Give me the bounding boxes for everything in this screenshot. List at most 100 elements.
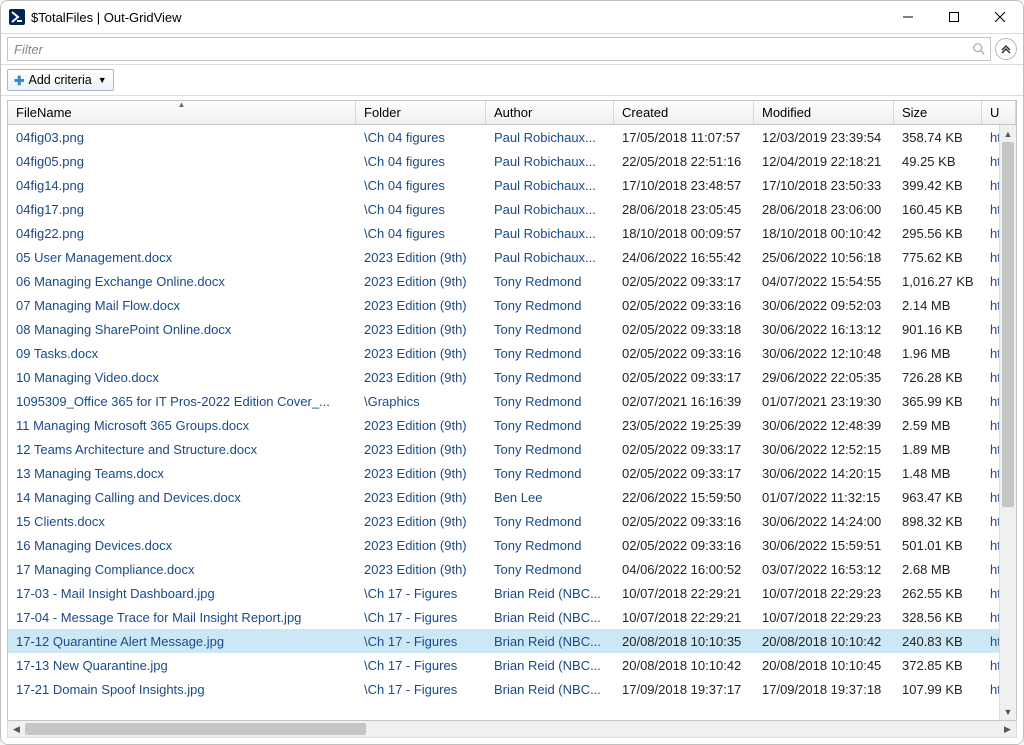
cell: 30/06/2022 15:59:51: [754, 533, 894, 557]
sort-ascending-icon: ▲: [178, 101, 186, 109]
grid-body[interactable]: 04fig03.png\Ch 04 figuresPaul Robichaux.…: [8, 125, 1016, 720]
cell: 2.59 MB: [894, 413, 982, 437]
table-row[interactable]: 04fig17.png\Ch 04 figuresPaul Robichaux.…: [8, 197, 1016, 221]
powershell-icon: [9, 9, 25, 25]
table-row[interactable]: 17-12 Quarantine Alert Message.jpg\Ch 17…: [8, 629, 1016, 653]
table-row[interactable]: 17-04 - Message Trace for Mail Insight R…: [8, 605, 1016, 629]
table-row[interactable]: 17-13 New Quarantine.jpg\Ch 17 - Figures…: [8, 653, 1016, 677]
table-row[interactable]: 04fig05.png\Ch 04 figuresPaul Robichaux.…: [8, 149, 1016, 173]
cell: 10 Managing Video.docx: [8, 365, 356, 389]
column-header-size[interactable]: Size: [894, 101, 982, 124]
scroll-track[interactable]: [1000, 142, 1016, 703]
cell: Ben Lee: [486, 485, 614, 509]
horizontal-scrollbar[interactable]: ◀ ▶: [7, 721, 1017, 738]
cell: 20/08/2018 10:10:35: [614, 629, 754, 653]
cell: 107.99 KB: [894, 677, 982, 701]
cell: 02/05/2022 09:33:16: [614, 509, 754, 533]
cell: 1.89 MB: [894, 437, 982, 461]
minimize-button[interactable]: [885, 1, 931, 33]
table-row[interactable]: 16 Managing Devices.docx2023 Edition (9t…: [8, 533, 1016, 557]
add-criteria-label: Add criteria: [28, 73, 91, 87]
column-header-author[interactable]: Author: [486, 101, 614, 124]
table-row[interactable]: 08 Managing SharePoint Online.docx2023 E…: [8, 317, 1016, 341]
table-row[interactable]: 09 Tasks.docx2023 Edition (9th)Tony Redm…: [8, 341, 1016, 365]
cell: 160.45 KB: [894, 197, 982, 221]
cell: 17/09/2018 19:37:18: [754, 677, 894, 701]
cell: 12/04/2019 22:18:21: [754, 149, 894, 173]
table-row[interactable]: 12 Teams Architecture and Structure.docx…: [8, 437, 1016, 461]
cell: 29/06/2022 22:05:35: [754, 365, 894, 389]
cell: \Ch 17 - Figures: [356, 629, 486, 653]
cell: 24/06/2022 16:55:42: [614, 245, 754, 269]
cell: 08 Managing SharePoint Online.docx: [8, 317, 356, 341]
cell: 04fig03.png: [8, 125, 356, 149]
table-row[interactable]: 10 Managing Video.docx2023 Edition (9th)…: [8, 365, 1016, 389]
cell: 28/06/2018 23:05:45: [614, 197, 754, 221]
scroll-up-arrow-icon[interactable]: ▲: [1000, 125, 1016, 142]
table-row[interactable]: 14 Managing Calling and Devices.docx2023…: [8, 485, 1016, 509]
scroll-down-arrow-icon[interactable]: ▼: [1000, 703, 1016, 720]
cell: 240.83 KB: [894, 629, 982, 653]
cell: Brian Reid (NBC...: [486, 605, 614, 629]
cell: 30/06/2022 09:52:03: [754, 293, 894, 317]
cell: Tony Redmond: [486, 389, 614, 413]
cell: \Ch 17 - Figures: [356, 581, 486, 605]
cell: 17/05/2018 11:07:57: [614, 125, 754, 149]
table-row[interactable]: 17-21 Domain Spoof Insights.jpg\Ch 17 - …: [8, 677, 1016, 701]
cell: Paul Robichaux...: [486, 245, 614, 269]
filter-input[interactable]: Filter: [7, 37, 991, 61]
chevron-down-icon: ▼: [98, 75, 107, 85]
table-row[interactable]: 17 Managing Compliance.docx2023 Edition …: [8, 557, 1016, 581]
cell: 372.85 KB: [894, 653, 982, 677]
table-row[interactable]: 17-03 - Mail Insight Dashboard.jpg\Ch 17…: [8, 581, 1016, 605]
cell: Paul Robichaux...: [486, 221, 614, 245]
cell: 2023 Edition (9th): [356, 413, 486, 437]
titlebar: $TotalFiles | Out-GridView: [1, 1, 1023, 33]
cell: 22/06/2022 15:59:50: [614, 485, 754, 509]
table-row[interactable]: 04fig14.png\Ch 04 figuresPaul Robichaux.…: [8, 173, 1016, 197]
table-row[interactable]: 06 Managing Exchange Online.docx2023 Edi…: [8, 269, 1016, 293]
table-row[interactable]: 13 Managing Teams.docx2023 Edition (9th)…: [8, 461, 1016, 485]
table-row[interactable]: 11 Managing Microsoft 365 Groups.docx202…: [8, 413, 1016, 437]
cell: 18/10/2018 00:09:57: [614, 221, 754, 245]
cell: 2023 Edition (9th): [356, 317, 486, 341]
app-window: $TotalFiles | Out-GridView Filter: [0, 0, 1024, 745]
column-header-created[interactable]: Created: [614, 101, 754, 124]
column-header-folder[interactable]: Folder: [356, 101, 486, 124]
data-grid: FileName ▲ Folder Author Created Modifie…: [7, 100, 1017, 721]
hscroll-track[interactable]: [25, 721, 999, 737]
column-header-modified[interactable]: Modified: [754, 101, 894, 124]
scroll-thumb[interactable]: [1002, 142, 1014, 507]
table-row[interactable]: 04fig22.png\Ch 04 figuresPaul Robichaux.…: [8, 221, 1016, 245]
cell: 501.01 KB: [894, 533, 982, 557]
cell: 901.16 KB: [894, 317, 982, 341]
scroll-left-arrow-icon[interactable]: ◀: [8, 721, 25, 737]
table-row[interactable]: 1095309_Office 365 for IT Pros-2022 Edit…: [8, 389, 1016, 413]
hscroll-thumb[interactable]: [25, 723, 366, 735]
maximize-button[interactable]: [931, 1, 977, 33]
expand-filter-button[interactable]: [995, 38, 1017, 60]
cell: 17/09/2018 19:37:17: [614, 677, 754, 701]
cell: 30/06/2022 16:13:12: [754, 317, 894, 341]
cell: 2023 Edition (9th): [356, 293, 486, 317]
cell: 775.62 KB: [894, 245, 982, 269]
table-row[interactable]: 05 User Management.docx2023 Edition (9th…: [8, 245, 1016, 269]
cell: Tony Redmond: [486, 509, 614, 533]
cell: 2023 Edition (9th): [356, 245, 486, 269]
cell: 358.74 KB: [894, 125, 982, 149]
cell: 04/06/2022 16:00:52: [614, 557, 754, 581]
table-row[interactable]: 07 Managing Mail Flow.docx2023 Edition (…: [8, 293, 1016, 317]
table-row[interactable]: 15 Clients.docx2023 Edition (9th)Tony Re…: [8, 509, 1016, 533]
column-header-extra[interactable]: U: [982, 101, 1016, 124]
cell: Tony Redmond: [486, 293, 614, 317]
scroll-right-arrow-icon[interactable]: ▶: [999, 721, 1016, 737]
table-row[interactable]: 04fig03.png\Ch 04 figuresPaul Robichaux.…: [8, 125, 1016, 149]
add-criteria-button[interactable]: ✚ Add criteria ▼: [7, 69, 114, 91]
close-button[interactable]: [977, 1, 1023, 33]
cell: 726.28 KB: [894, 365, 982, 389]
vertical-scrollbar[interactable]: ▲ ▼: [999, 125, 1016, 720]
cell: 2023 Edition (9th): [356, 557, 486, 581]
cell: 02/05/2022 09:33:18: [614, 317, 754, 341]
cell: 02/05/2022 09:33:17: [614, 365, 754, 389]
column-header-filename[interactable]: FileName ▲: [8, 101, 356, 124]
